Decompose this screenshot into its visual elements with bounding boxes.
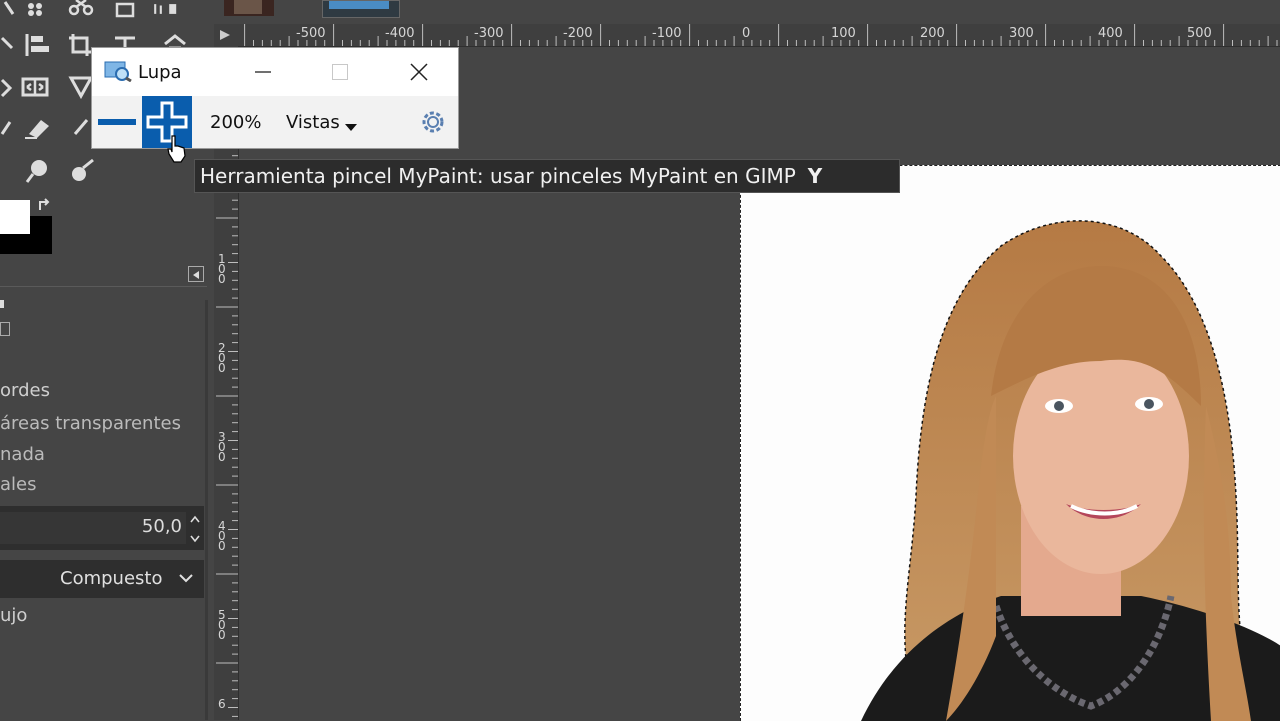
views-dropdown-label[interactable]: Vistas (286, 112, 340, 133)
magnifier-icon (104, 60, 132, 83)
eraser-tool-icon[interactable] (20, 112, 54, 142)
panel-menu-icon[interactable] (188, 266, 204, 282)
ruler-corner[interactable] (214, 24, 238, 46)
zoom-out-button[interactable] (92, 96, 142, 148)
ruler-label: 400 (218, 519, 226, 553)
ruler-label: 0 (742, 26, 751, 41)
option-icon[interactable] (0, 322, 10, 336)
ruler-label: 200 (920, 26, 945, 41)
tooltip-shortcut: Y (807, 164, 823, 188)
magnifier-title: Lupa (138, 62, 182, 83)
image-tab-thumbnail[interactable] (224, 0, 274, 16)
magnifier-toolbar: 200% Vistas (92, 96, 458, 148)
color-picker-icon[interactable] (148, 0, 182, 18)
warp-tool-icon[interactable] (0, 72, 18, 102)
scissors-icon[interactable] (64, 0, 98, 18)
minus-icon (98, 119, 136, 125)
image-tab-thumbnail-active[interactable] (322, 0, 400, 18)
dropdown-arrow-icon[interactable] (344, 118, 358, 131)
option-ales[interactable]: ales (0, 474, 36, 495)
ruler-label: -500 (296, 26, 326, 41)
chevron-down-icon (178, 570, 194, 586)
ruler-label: 500 (1187, 26, 1212, 41)
magnifier-window: Lupa 200% Vistas (92, 48, 458, 148)
option-marker (0, 300, 4, 308)
close-button[interactable] (396, 58, 442, 86)
foreground-select-icon[interactable] (108, 0, 142, 18)
divider (0, 286, 207, 287)
foreground-color-swatch[interactable] (0, 200, 30, 234)
maximize-icon (332, 64, 348, 80)
ruler-label: 300 (218, 430, 226, 464)
tool-tooltip: Herramienta pincel MyPaint: usar pincele… (194, 159, 900, 193)
horizontal-ruler[interactable]: -500 -400 -300 -200 -100 0 100 200 300 4… (238, 24, 1280, 47)
opacity-value: 50,0 (141, 516, 182, 537)
ruler-label: 100 (831, 26, 856, 41)
close-icon (410, 63, 428, 81)
fuzzy-select-icon[interactable] (20, 0, 54, 18)
option-bordes[interactable]: ordes (0, 380, 50, 401)
align-tool-icon[interactable] (20, 30, 54, 60)
magnifier-titlebar[interactable]: Lupa (92, 48, 458, 96)
pencil-tool-icon[interactable] (0, 112, 18, 142)
ruler-label: -300 (474, 26, 504, 41)
ruler-label: 400 (1098, 26, 1123, 41)
portrait-photo[interactable] (740, 165, 1280, 721)
composite-mode-label: Compuesto (60, 568, 163, 589)
option-ujo[interactable]: ujo (0, 605, 27, 626)
panel-scrollbar[interactable] (205, 300, 208, 720)
ruler-label: 500 (218, 608, 226, 642)
ruler-label: 6 (218, 697, 226, 711)
tooltip-text: Herramienta pincel MyPaint: usar pincele… (200, 164, 796, 188)
spinner-arrows-icon[interactable] (188, 510, 202, 546)
ruler-label: -200 (563, 26, 593, 41)
option-nada[interactable]: nada (0, 444, 45, 465)
align-left-icon[interactable] (0, 32, 20, 62)
zoom-level-display: 200% (210, 112, 262, 133)
maximize-button[interactable] (317, 58, 363, 86)
composite-mode-dropdown[interactable]: Compuesto (0, 560, 204, 598)
ruler-label: 100 (218, 252, 226, 286)
minimize-button[interactable] (240, 58, 286, 86)
minimize-icon (255, 71, 271, 73)
swap-colors-icon[interactable] (36, 198, 54, 214)
hand-cursor-icon (166, 134, 190, 164)
mypaint-brush-icon[interactable] (64, 156, 98, 186)
ruler-label: 300 (1009, 26, 1034, 41)
settings-gear-icon[interactable] (418, 107, 448, 137)
image-tabs (212, 0, 1280, 20)
opacity-spinner[interactable]: 50,0 (0, 506, 204, 550)
option-transparent-areas[interactable]: áreas transparentes (0, 413, 181, 434)
ruler-label: 200 (218, 341, 226, 375)
smudge-tool-icon[interactable] (20, 156, 54, 186)
flip-tool-icon[interactable] (18, 72, 52, 102)
ruler-label: -400 (385, 26, 415, 41)
ruler-label: -100 (652, 26, 682, 41)
